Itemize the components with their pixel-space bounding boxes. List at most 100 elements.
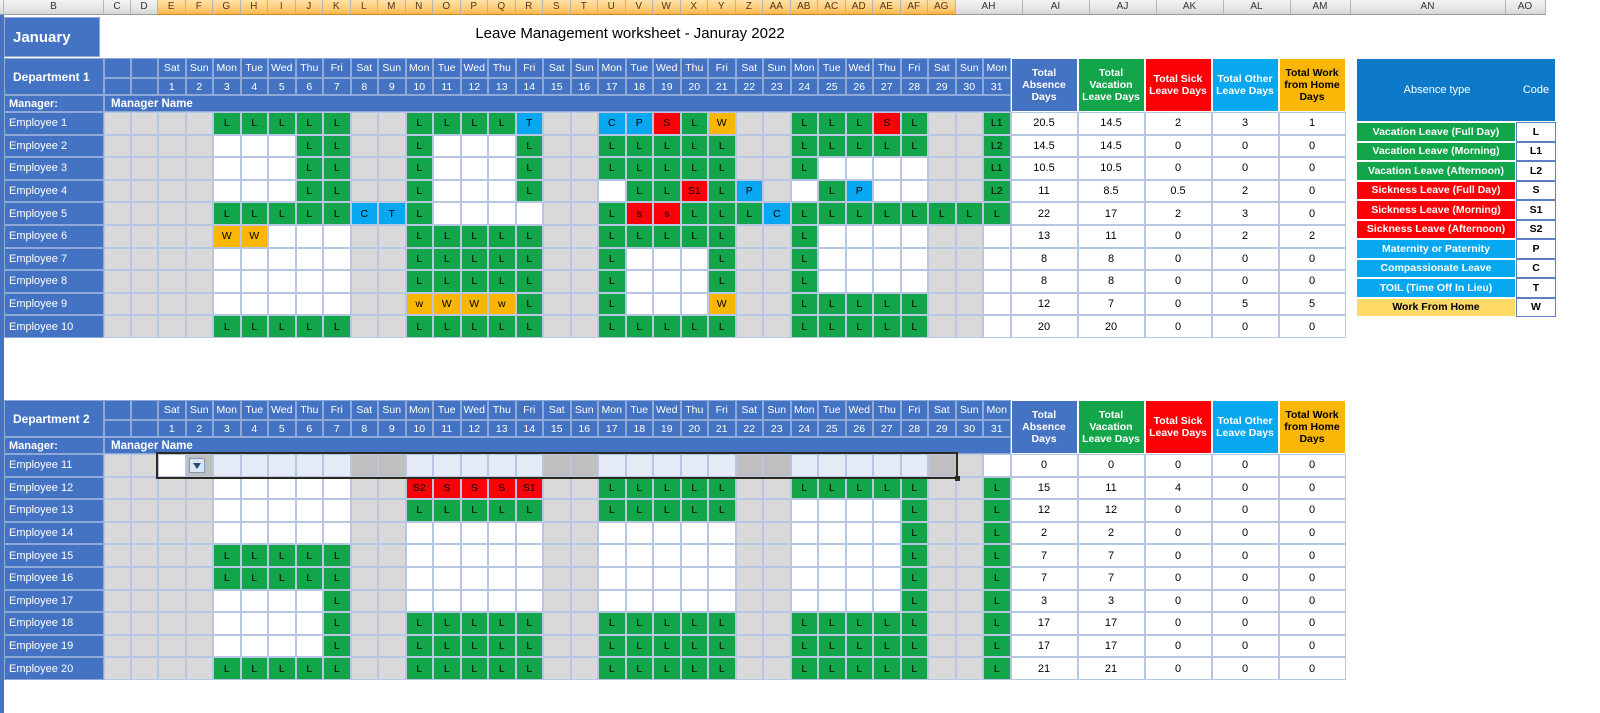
- day-cell[interactable]: L: [598, 225, 626, 248]
- day-cell[interactable]: L: [900, 315, 928, 338]
- day-cell[interactable]: [763, 544, 791, 567]
- day-cell[interactable]: [735, 499, 763, 522]
- day-cell[interactable]: L: [790, 270, 818, 293]
- day-cell[interactable]: [900, 270, 928, 293]
- day-cell[interactable]: [433, 179, 461, 203]
- day-cell[interactable]: L: [653, 634, 681, 658]
- spacer-cell[interactable]: [131, 157, 158, 180]
- spacer-cell[interactable]: [104, 657, 131, 680]
- day-cell[interactable]: [845, 544, 873, 567]
- total-cell-4[interactable]: 0: [1211, 544, 1279, 567]
- day-cell[interactable]: [405, 589, 433, 613]
- day-cell[interactable]: [625, 544, 653, 567]
- total-cell-1[interactable]: 11: [1010, 179, 1078, 203]
- total-cell-1[interactable]: 14.5: [1010, 134, 1078, 158]
- column-header-b[interactable]: B: [4, 0, 104, 15]
- column-header-z[interactable]: Z: [735, 0, 763, 15]
- day-cell[interactable]: [185, 247, 213, 271]
- day-cell[interactable]: L: [818, 476, 846, 500]
- day-cell[interactable]: W: [708, 112, 736, 135]
- total-cell-3[interactable]: 0: [1144, 157, 1212, 180]
- day-cell[interactable]: [350, 521, 378, 545]
- total-cell-1[interactable]: 22: [1010, 202, 1078, 225]
- day-cell[interactable]: [928, 315, 956, 338]
- day-cell[interactable]: L: [845, 657, 873, 680]
- day-cell[interactable]: [350, 544, 378, 567]
- day-cell[interactable]: [735, 521, 763, 545]
- day-cell[interactable]: L: [845, 134, 873, 158]
- day-cell[interactable]: [955, 247, 983, 271]
- day-cell[interactable]: [185, 634, 213, 658]
- day-cell[interactable]: L: [983, 521, 1011, 545]
- day-cell[interactable]: L: [405, 202, 433, 225]
- spacer-cell[interactable]: [104, 544, 131, 567]
- spacer-cell[interactable]: [131, 225, 158, 248]
- total-cell-4[interactable]: 0: [1211, 499, 1279, 522]
- day-cell[interactable]: [983, 315, 1011, 338]
- column-header-t[interactable]: T: [570, 0, 598, 15]
- day-cell[interactable]: [845, 157, 873, 180]
- selected-day-cell[interactable]: [323, 454, 351, 477]
- day-cell[interactable]: [378, 315, 406, 338]
- total-cell-1[interactable]: 20: [1010, 315, 1078, 338]
- day-cell[interactable]: L: [708, 499, 736, 522]
- total-cell-4[interactable]: 0: [1211, 589, 1279, 613]
- day-cell[interactable]: L: [405, 499, 433, 522]
- day-cell[interactable]: [405, 521, 433, 545]
- day-cell[interactable]: L: [955, 202, 983, 225]
- total-cell-2[interactable]: 11: [1077, 476, 1145, 500]
- total-cell-3[interactable]: 0: [1144, 589, 1212, 613]
- day-cell[interactable]: [928, 157, 956, 180]
- day-cell[interactable]: L: [405, 112, 433, 135]
- day-cell[interactable]: [598, 179, 626, 203]
- day-cell[interactable]: [378, 179, 406, 203]
- day-cell[interactable]: [268, 225, 296, 248]
- day-cell[interactable]: L: [790, 247, 818, 271]
- column-header-j[interactable]: J: [295, 0, 323, 15]
- day-cell[interactable]: [185, 157, 213, 180]
- day-cell[interactable]: [350, 225, 378, 248]
- day-cell[interactable]: L: [405, 157, 433, 180]
- spacer-cell[interactable]: [131, 657, 158, 680]
- day-cell[interactable]: [790, 589, 818, 613]
- day-cell[interactable]: [735, 634, 763, 658]
- spacer-cell[interactable]: [104, 179, 131, 203]
- day-cell[interactable]: [543, 544, 571, 567]
- day-cell[interactable]: L: [983, 567, 1011, 590]
- day-cell[interactable]: [955, 476, 983, 500]
- day-cell[interactable]: [570, 612, 598, 635]
- column-header-ad[interactable]: AD: [845, 0, 873, 15]
- day-cell[interactable]: L: [323, 315, 351, 338]
- day-cell[interactable]: L1: [983, 157, 1011, 180]
- spacer-cell[interactable]: [104, 567, 131, 590]
- day-cell[interactable]: [405, 567, 433, 590]
- spacer-cell[interactable]: [104, 270, 131, 293]
- day-cell[interactable]: [873, 589, 901, 613]
- day-cell[interactable]: [818, 247, 846, 271]
- day-cell[interactable]: [268, 521, 296, 545]
- selected-day-cell[interactable]: [543, 454, 571, 477]
- total-cell-4[interactable]: 0: [1211, 157, 1279, 180]
- day-cell[interactable]: L: [818, 134, 846, 158]
- column-header-g[interactable]: G: [213, 0, 241, 15]
- total-cell-5[interactable]: 0: [1278, 247, 1346, 271]
- day-cell[interactable]: L: [680, 134, 708, 158]
- day-cell[interactable]: L: [405, 315, 433, 338]
- day-cell[interactable]: [240, 292, 268, 316]
- day-cell[interactable]: [983, 225, 1011, 248]
- day-cell[interactable]: L: [240, 112, 268, 135]
- day-cell[interactable]: L: [900, 202, 928, 225]
- day-cell[interactable]: [185, 544, 213, 567]
- day-cell[interactable]: L: [625, 634, 653, 658]
- day-cell[interactable]: L: [323, 202, 351, 225]
- day-cell[interactable]: L: [625, 499, 653, 522]
- day-cell[interactable]: [295, 612, 323, 635]
- day-cell[interactable]: [460, 179, 488, 203]
- day-cell[interactable]: L: [900, 544, 928, 567]
- total-cell-2[interactable]: 17: [1077, 634, 1145, 658]
- day-cell[interactable]: L: [983, 634, 1011, 658]
- day-cell[interactable]: L: [598, 657, 626, 680]
- selected-day-cell[interactable]: [818, 454, 846, 477]
- total-cell-4[interactable]: 0: [1211, 657, 1279, 680]
- day-cell[interactable]: L: [625, 612, 653, 635]
